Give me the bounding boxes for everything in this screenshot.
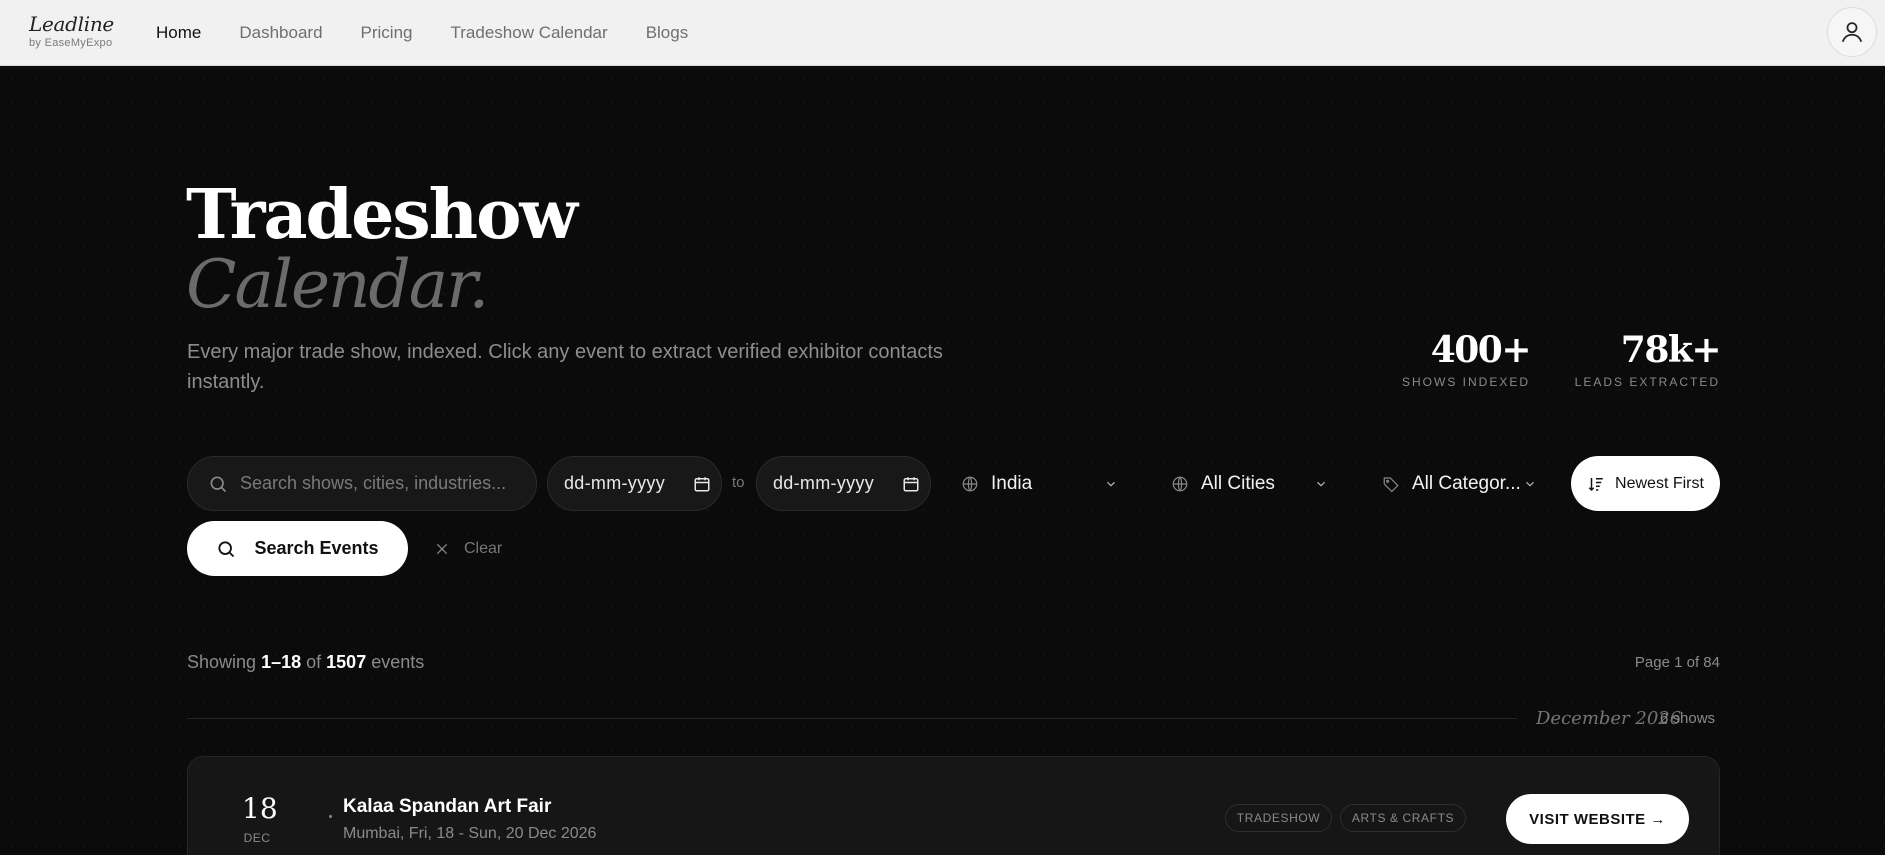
chevron-down-icon: [1317, 481, 1325, 487]
city-select[interactable]: All Cities: [1171, 456, 1331, 511]
stat-label: SHOWS INDEXED: [1401, 375, 1530, 389]
nav-item-dashboard[interactable]: Dashboard: [239, 23, 322, 43]
search-icon: [218, 540, 235, 557]
stat-shows-indexed: 400+ SHOWS INDEXED: [1395, 329, 1532, 390]
search-field[interactable]: [187, 456, 537, 511]
search-input[interactable]: [240, 473, 530, 494]
page-title-accent: Calendar.: [186, 246, 489, 323]
event-card[interactable]: 18 DEC Kalaa Spandan Art Fair Mumbai, Fr…: [187, 756, 1720, 855]
country-select-value: India: [991, 472, 1033, 494]
close-icon: [436, 543, 448, 555]
results-total: 1507: [326, 652, 367, 672]
date-from-value: dd-mm-yyyy: [564, 473, 665, 493]
stat-value: 400+: [1430, 329, 1532, 371]
city-select-value: All Cities: [1201, 472, 1275, 494]
date-from-field[interactable]: dd-mm-yyyy: [547, 456, 722, 511]
nav-item-pricing[interactable]: Pricing: [361, 23, 413, 43]
event-day: 18: [242, 792, 278, 825]
stat-value: 78k+: [1620, 329, 1722, 371]
user-account-button[interactable]: [1827, 7, 1877, 57]
month-group-count: 6 shows: [1660, 710, 1716, 727]
globe-icon: [1172, 476, 1188, 491]
sort-button-label: Newest First: [1615, 474, 1704, 492]
user-icon: [1841, 22, 1863, 43]
month-divider: [187, 718, 1517, 719]
sort-icon: [1588, 477, 1603, 491]
event-status-dot: [329, 815, 332, 818]
event-tag-type: TRADESHOW: [1225, 804, 1332, 832]
results-suffix: events: [371, 652, 425, 672]
results-range: 1–18: [261, 652, 302, 672]
clear-filters-label: Clear: [464, 540, 503, 557]
brand-logo[interactable]: Leadline by EaseMyExpo: [29, 12, 114, 50]
country-select[interactable]: India: [961, 456, 1121, 511]
tag-icon: [1383, 476, 1399, 492]
sort-button[interactable]: Newest First: [1571, 456, 1720, 511]
stat-leads-extracted: 78k+ LEADS EXTRACTED: [1570, 329, 1722, 390]
category-select-value: All Categor...: [1412, 472, 1521, 494]
stat-label: LEADS EXTRACTED: [1574, 375, 1720, 389]
event-title[interactable]: Kalaa Spandan Art Fair: [343, 796, 551, 818]
chevron-down-icon: [1526, 481, 1534, 487]
page-indicator: Page 1 of 84: [1634, 654, 1720, 671]
brand-name: Leadline: [29, 12, 114, 36]
search-events-label: Search Events: [254, 538, 379, 558]
top-navbar: Leadline by EaseMyExpo Home Dashboard Pr…: [0, 0, 1885, 66]
calendar-icon[interactable]: [693, 475, 711, 493]
search-icon: [210, 476, 227, 492]
date-range-separator: to: [732, 474, 745, 491]
results-summary: Showing 1–18 of 1507 events: [187, 652, 424, 673]
brand-subtitle: by EaseMyExpo: [29, 37, 113, 49]
page-title: Tradeshow: [186, 175, 578, 255]
category-select[interactable]: All Categor...: [1382, 456, 1542, 511]
date-to-value: dd-mm-yyyy: [773, 473, 874, 493]
event-tag-category: ARTS & CRAFTS: [1340, 804, 1466, 832]
search-events-button[interactable]: Search Events: [187, 521, 408, 576]
chevron-down-icon: [1107, 481, 1115, 487]
event-month: DEC: [243, 831, 271, 845]
calendar-icon[interactable]: [902, 475, 920, 493]
visit-website-button[interactable]: VISIT WEBSITE →: [1506, 794, 1689, 844]
results-of: of: [306, 652, 322, 672]
main-nav: Home Dashboard Pricing Tradeshow Calenda…: [156, 0, 688, 66]
nav-item-tradeshow-calendar[interactable]: Tradeshow Calendar: [451, 23, 608, 43]
nav-item-blogs[interactable]: Blogs: [646, 23, 689, 43]
globe-icon: [962, 476, 978, 491]
date-to-field[interactable]: dd-mm-yyyy: [756, 456, 931, 511]
clear-filters-button[interactable]: Clear: [434, 535, 502, 563]
event-location-date: Mumbai, Fri, 18 - Sun, 20 Dec 2026: [343, 825, 597, 842]
page-description: Every major trade show, indexed. Click a…: [187, 341, 943, 393]
results-prefix: Showing: [187, 652, 257, 672]
nav-item-home[interactable]: Home: [156, 23, 201, 43]
